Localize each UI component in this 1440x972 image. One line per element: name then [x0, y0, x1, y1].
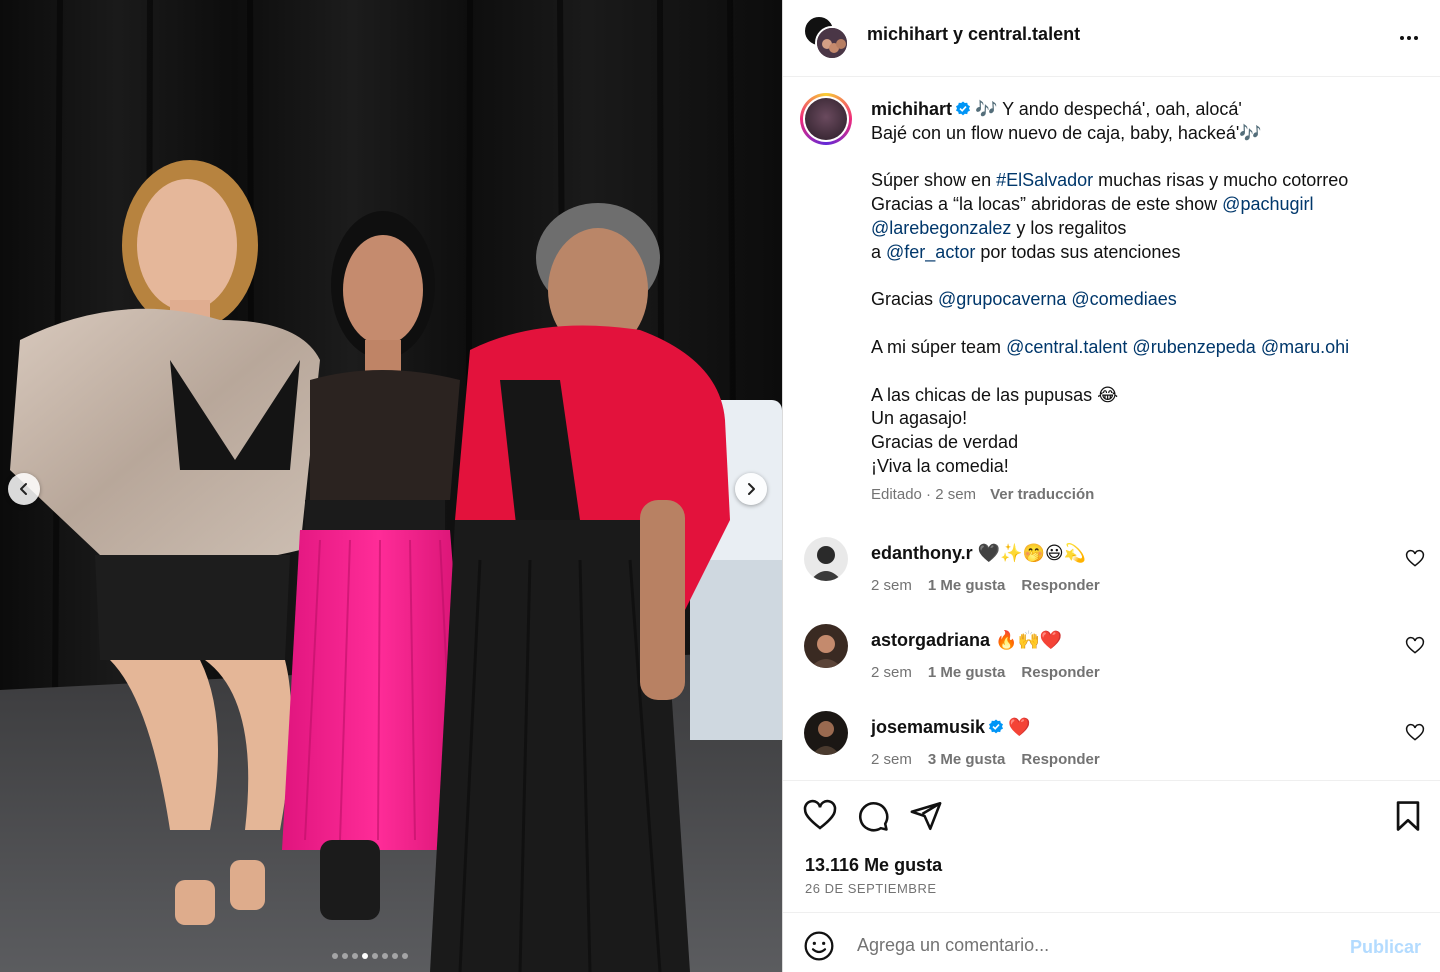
- comment-likes[interactable]: 3 Me gusta: [928, 751, 1006, 768]
- heart-icon[interactable]: [1405, 723, 1425, 743]
- comment-username[interactable]: astorgadriana: [871, 630, 990, 650]
- caption-text: por todas sus atenciones: [975, 241, 1181, 262]
- add-comment-bar: Publicar: [783, 912, 1440, 972]
- verified-badge-icon: [989, 719, 1004, 734]
- caption-text: Gracias: [871, 289, 939, 310]
- publish-button[interactable]: Publicar: [1350, 937, 1421, 958]
- caption-text: Gracias a “la locas” abridoras de este s…: [871, 194, 1223, 215]
- mention-link[interactable]: @pachugirl: [1222, 194, 1313, 214]
- comment-likes[interactable]: 1 Me gusta: [928, 577, 1006, 594]
- caption-and-comments: michihart 🎶 Y ando despechá', oah, alocá'…: [783, 78, 1440, 778]
- avatar-michihart: [815, 26, 849, 60]
- caption-timestamp: Editado · 2 sem: [871, 486, 977, 503]
- comment-time: 2 sem: [871, 751, 912, 768]
- comment-text: 🔥🙌❤️: [995, 630, 1063, 650]
- comment-likes[interactable]: 1 Me gusta: [928, 664, 1006, 681]
- carousel-dot: [372, 953, 378, 959]
- post-header: michihart y central.talent: [783, 0, 1440, 77]
- mention-link[interactable]: @larebegonzalez: [871, 218, 1011, 238]
- carousel-next-button[interactable]: [735, 473, 767, 505]
- caption-line: Gracias de verdad: [871, 432, 1019, 453]
- caption-username[interactable]: michihart: [871, 99, 952, 119]
- comment-bubble-icon[interactable]: [856, 799, 890, 833]
- photo-image: [0, 0, 782, 972]
- verified-badge-icon: [956, 101, 971, 116]
- post-header-title[interactable]: michihart y central.talent: [867, 24, 1080, 45]
- emoji-icon[interactable]: [803, 930, 835, 962]
- comment-username[interactable]: josemamusik: [871, 717, 985, 737]
- likes-count[interactable]: 13.116 Me gusta: [805, 855, 942, 876]
- comment-input[interactable]: [857, 931, 1317, 959]
- commenter-avatar[interactable]: [804, 624, 848, 668]
- comment-text: 🖤✨🤭😃💫: [977, 543, 1087, 563]
- hashtag-link[interactable]: #ElSalvador: [996, 170, 1093, 190]
- caption-line: ¡Viva la comedia!: [871, 455, 1009, 476]
- caption-line: Bajé con un flow nuevo de caja, baby, ha…: [871, 122, 1262, 143]
- post-caption: michihart 🎶 Y ando despechá', oah, alocá'…: [871, 98, 1411, 479]
- comment-time: 2 sem: [871, 664, 912, 681]
- avatar-image: [804, 537, 848, 581]
- share-send-icon[interactable]: [909, 799, 943, 833]
- carousel-dot: [352, 953, 358, 959]
- caption-text: Súper show en: [871, 170, 997, 191]
- collab-avatars[interactable]: [803, 15, 851, 63]
- heart-icon[interactable]: [1405, 636, 1425, 656]
- mention-link[interactable]: @fer_actor: [886, 242, 975, 262]
- post-date: 26 DE SEPTIEMBRE: [805, 881, 937, 896]
- avatar-image: [804, 624, 848, 668]
- caption-meta: Editado · 2 sem Ver traducción: [871, 486, 1094, 503]
- comment-text: ❤️: [1008, 717, 1031, 737]
- caption-line: 🎶 Y ando despechá', oah, alocá': [975, 99, 1242, 119]
- reply-button[interactable]: Responder: [1021, 577, 1099, 594]
- carousel-dot: [332, 953, 338, 959]
- reply-button[interactable]: Responder: [1021, 751, 1099, 768]
- carousel-dot: [362, 953, 368, 959]
- avatar-image: [804, 711, 848, 755]
- mention-link[interactable]: @maru.ohi: [1261, 337, 1349, 357]
- mention-link[interactable]: @grupocaverna: [938, 289, 1066, 309]
- comment-time: 2 sem: [871, 577, 912, 594]
- comment-item: josemamusik ❤️ 2 sem 3 Me gusta Responder: [783, 711, 1440, 778]
- caption-line: A las chicas de las pupusas 😂: [871, 384, 1119, 405]
- carousel-prev-button[interactable]: [8, 473, 40, 505]
- chevron-left-icon: [20, 483, 27, 495]
- comment-item: astorgadriana 🔥🙌❤️ 2 sem 1 Me gusta Respon…: [783, 624, 1440, 704]
- mention-link[interactable]: @rubenzepeda: [1132, 337, 1255, 357]
- reply-button[interactable]: Responder: [1021, 664, 1099, 681]
- caption-line: Un agasajo!: [871, 408, 968, 429]
- caption-text: y los regalitos: [1011, 217, 1127, 238]
- carousel-dot: [342, 953, 348, 959]
- commenter-avatar[interactable]: [804, 537, 848, 581]
- post-photo: [0, 0, 782, 972]
- carousel-dot: [382, 953, 388, 959]
- caption-text: A mi súper team: [871, 336, 1007, 357]
- mention-link[interactable]: @comediaes: [1071, 289, 1176, 309]
- post-actions: 13.116 Me gusta 26 DE SEPTIEMBRE: [783, 780, 1440, 912]
- avatar-image: [805, 98, 847, 140]
- more-horizontal-icon: [1400, 36, 1418, 40]
- heart-icon[interactable]: [1405, 549, 1425, 569]
- post-side-panel: michihart y central.talent michihart 🎶 Y …: [782, 0, 1440, 972]
- mention-link[interactable]: @central.talent: [1006, 337, 1127, 357]
- more-options-button[interactable]: [1393, 22, 1425, 54]
- see-translation-link[interactable]: Ver traducción: [990, 486, 1094, 503]
- carousel-dot: [392, 953, 398, 959]
- avatar-image: [817, 28, 847, 58]
- bookmark-icon[interactable]: [1391, 799, 1425, 833]
- carousel-dot: [402, 953, 408, 959]
- caption-text: muchas risas y mucho cotorreo: [1093, 170, 1349, 191]
- caption-avatar[interactable]: [800, 93, 852, 145]
- comment-username[interactable]: edanthony.r: [871, 543, 973, 563]
- carousel-dots: [332, 953, 408, 959]
- comment-item: edanthony.r 🖤✨🤭😃💫 2 sem 1 Me gusta Respond…: [783, 537, 1440, 617]
- chevron-right-icon: [748, 483, 755, 495]
- like-heart-icon[interactable]: [803, 799, 837, 833]
- commenter-avatar[interactable]: [804, 711, 848, 755]
- caption-text: a: [871, 241, 887, 262]
